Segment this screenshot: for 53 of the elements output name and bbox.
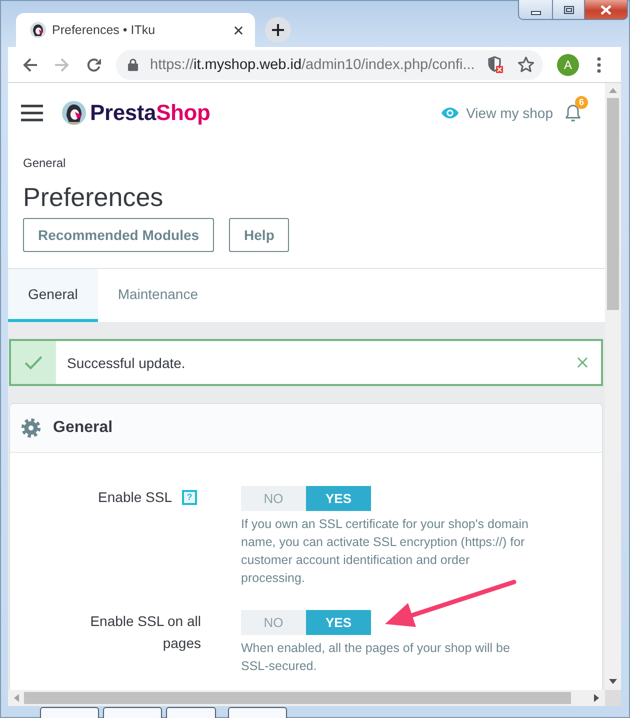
minimize-button[interactable] [518,0,553,20]
field-hint: When enabled, all the pages of your shop will be SSL-secured. [241,640,511,675]
notification-badge: 6 [575,96,588,108]
gear-icon [21,418,41,438]
bird-logo-icon [62,101,86,125]
eye-icon [441,107,460,119]
scrollbar-corner [605,690,621,706]
page-tab[interactable]: General [8,269,98,322]
bell-icon[interactable] [565,104,581,122]
scroll-down-icon[interactable] [609,679,617,684]
maximize-button[interactable] [553,0,585,20]
lock-icon[interactable] [128,58,138,71]
browser-tab[interactable]: Preferences • ITku [16,13,255,47]
minimize-icon [530,10,540,14]
scrollbar-thumb[interactable] [24,692,571,704]
taskbar-button[interactable] [103,707,162,718]
page-tab[interactable]: Maintenance [98,269,218,322]
address-bar[interactable]: https://it.myshop.web.id/admin10/index.php/confi... [116,50,543,80]
help-button[interactable]: Help [229,218,290,252]
reload-icon[interactable] [86,56,102,72]
field-label: Enable SSL [98,488,172,507]
back-icon[interactable] [22,56,38,72]
close-icon[interactable] [234,26,243,34]
shield-icon[interactable] [488,56,503,73]
taskbar-button[interactable] [40,707,99,718]
plus-icon [272,24,284,36]
modules-button[interactable]: Recommended Modules [23,218,214,252]
field-label: Enable SSL on all pages [89,612,201,653]
more-icon[interactable] [597,56,601,72]
help-icon[interactable]: ? [182,490,197,504]
alert-message: Successful update. [67,354,186,370]
menu-icon[interactable] [21,104,43,122]
taskbar-button[interactable] [166,707,216,718]
scroll-right-icon[interactable] [594,694,599,702]
maximize-icon [564,6,574,14]
toggle-option[interactable]: NO [241,610,306,635]
breadcrumb: General [23,156,66,170]
scrollbar-thumb[interactable] [607,98,619,310]
taskbar-button[interactable] [228,707,287,718]
logo-text: PrestaShop [90,100,210,126]
toggle-option[interactable]: NO [241,486,306,511]
bird-icon [30,22,46,38]
panel-title: General [53,419,113,437]
page-title: Preferences [23,181,164,213]
toggle-option[interactable]: YES [306,610,371,635]
new-tab-button[interactable] [265,17,291,43]
profile-avatar[interactable]: A [557,54,579,76]
view-shop-link[interactable]: View my shop [441,105,553,121]
star-icon[interactable] [517,56,535,73]
close-window-button[interactable] [585,0,628,20]
toggle-option[interactable]: YES [306,486,371,511]
field-hint: If you own an SSL certificate for your shop's domain name, you can activate SSL encryption (https://) for customer account identification and order processing. [241,516,530,587]
close-icon [600,4,612,14]
